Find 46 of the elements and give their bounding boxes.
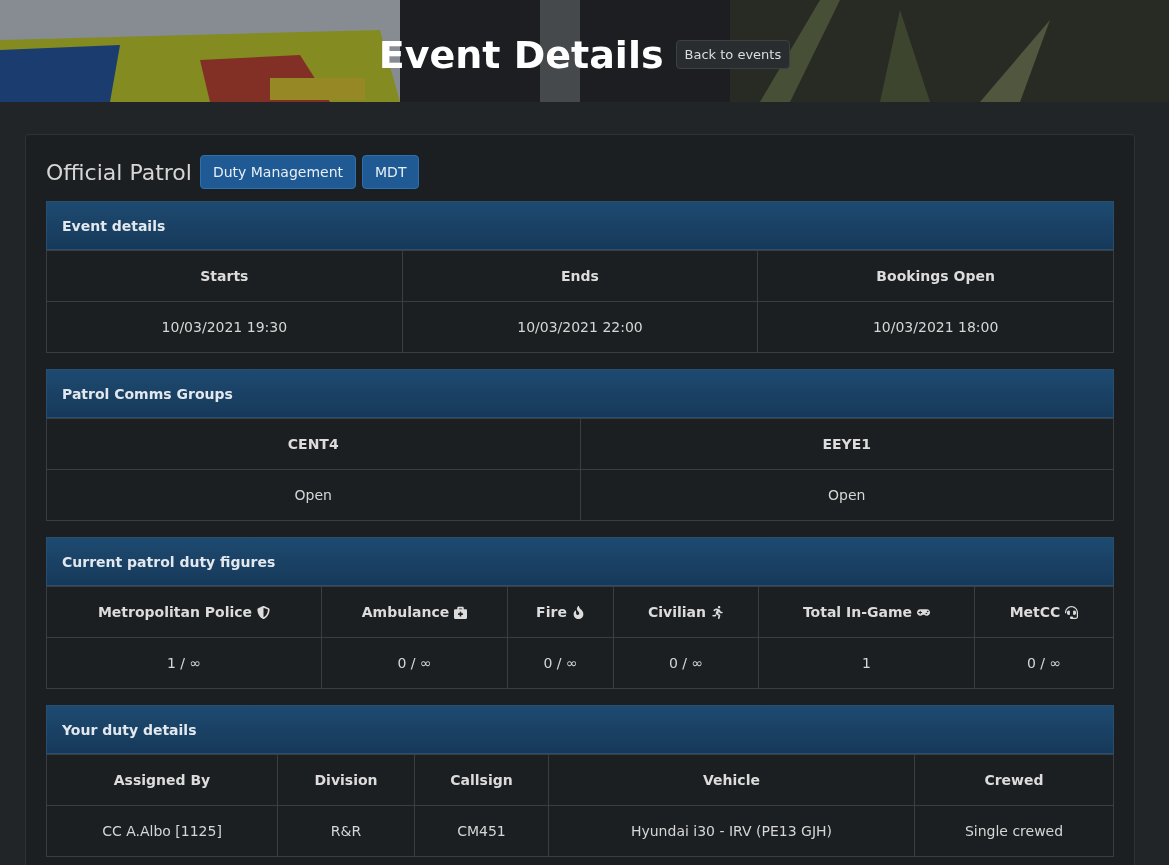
running-person-icon <box>711 605 724 619</box>
column-header: Callsign <box>450 772 513 788</box>
page-title: Event Details <box>378 32 664 77</box>
column-header: Ambulance <box>361 604 450 620</box>
table-cell: 1 / ∞ <box>46 637 322 689</box>
table-cell: 10/03/2021 19:30 <box>46 301 403 353</box>
table-cell: R&R <box>277 805 415 857</box>
column-header: Vehicle <box>703 772 760 788</box>
column-header: Bookings Open <box>876 268 995 284</box>
column-header: Metropolitan Police <box>97 604 253 620</box>
table-cell: 10/03/2021 22:00 <box>402 301 758 353</box>
table-cell: 0 / ∞ <box>974 637 1114 689</box>
section-header: Your duty details <box>46 705 1114 754</box>
shield-icon <box>257 605 271 619</box>
event-title: Official Patrol <box>46 159 192 185</box>
column-header: Fire <box>536 604 567 620</box>
table-cell: CM451 <box>414 805 549 857</box>
flame-icon <box>571 605 585 619</box>
column-header: MetCC <box>1009 604 1061 620</box>
section-header: Patrol Comms Groups <box>46 369 1114 418</box>
medical-kit-icon <box>454 605 468 619</box>
section-header: Event details <box>46 201 1114 250</box>
table-cell: Open <box>46 469 580 521</box>
column-header: Crewed <box>984 772 1044 788</box>
column-header: Civilian <box>648 604 706 620</box>
table-cell: 0 / ∞ <box>507 637 614 689</box>
headset-icon <box>1065 605 1079 619</box>
table-cell: 0 / ∞ <box>321 637 508 689</box>
table-cell: 0 / ∞ <box>613 637 759 689</box>
column-header: CENT4 <box>287 436 339 452</box>
column-header: Ends <box>561 268 599 284</box>
table-cell: 10/03/2021 18:00 <box>757 301 1114 353</box>
section-header: Current patrol duty figures <box>46 537 1114 586</box>
column-header: Assigned By <box>113 772 211 788</box>
table-cell: Open <box>580 469 1114 521</box>
column-header: Division <box>314 772 378 788</box>
table-cell: Single crewed <box>914 805 1114 857</box>
column-header: EEYE1 <box>822 436 872 452</box>
back-button[interactable]: Back to events <box>675 39 791 69</box>
column-header: Starts <box>200 268 249 284</box>
action-button[interactable]: Duty Management <box>199 155 356 189</box>
table-cell: CC A.Albo [1125] <box>46 805 278 857</box>
column-header: Total In-Game <box>802 604 913 620</box>
table-cell: 1 <box>758 637 975 689</box>
table-cell: Hyundai i30 - IRV (PE13 GJH) <box>548 805 915 857</box>
action-button[interactable]: MDT <box>362 155 420 189</box>
